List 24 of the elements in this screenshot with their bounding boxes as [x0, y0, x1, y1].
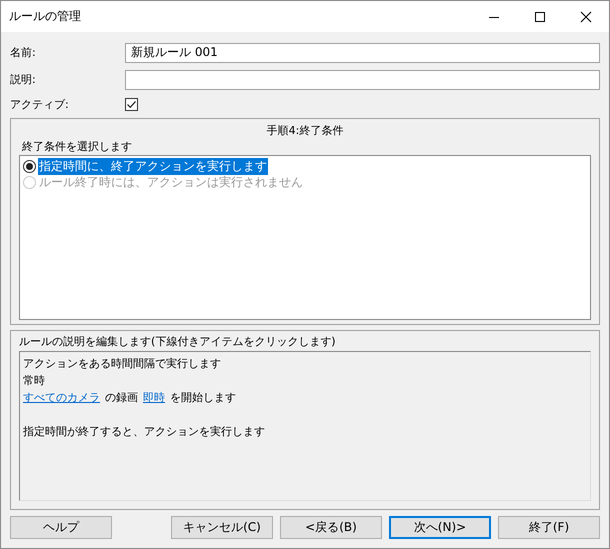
- radio-button[interactable]: [23, 160, 36, 172]
- step-heading: 手順4:終了条件: [266, 123, 344, 139]
- dialog-button[interactable]: キャンセル(C): [171, 516, 273, 539]
- description-text: 指定時間が終了すると、アクションを実行します: [23, 424, 265, 440]
- input-field[interactable]: [125, 70, 600, 90]
- link[interactable]: すべてのカメラ: [23, 389, 100, 406]
- description-text: 常時: [23, 373, 45, 389]
- field-label: 説明:: [10, 72, 37, 87]
- description-text: アクションをある時間間隔で実行します: [23, 356, 221, 372]
- field-label: 名前:: [10, 45, 37, 60]
- dialog-button[interactable]: 終了(F): [498, 516, 600, 539]
- dialog-button[interactable]: <戻る(B): [280, 516, 382, 539]
- checkbox[interactable]: [125, 98, 138, 110]
- link[interactable]: 即時: [143, 389, 165, 406]
- dialog-button[interactable]: 次へ(N)>: [389, 516, 491, 539]
- field-label: アクティブ:: [10, 96, 70, 112]
- description-text: を開始します: [170, 390, 236, 406]
- description-heading: ルールの説明を編集します(下線付きアイテムをクリックします): [19, 334, 337, 350]
- window-title: ルールの管理: [9, 8, 81, 25]
- description-text: の録画: [105, 390, 138, 406]
- input-field[interactable]: 新規ルール 001: [125, 42, 600, 62]
- dialog-button[interactable]: ヘルプ: [10, 516, 112, 539]
- prompt-label: 終了条件を選択します: [21, 139, 133, 155]
- option-label[interactable]: 指定時間に、終了アクションを実行します: [38, 158, 268, 174]
